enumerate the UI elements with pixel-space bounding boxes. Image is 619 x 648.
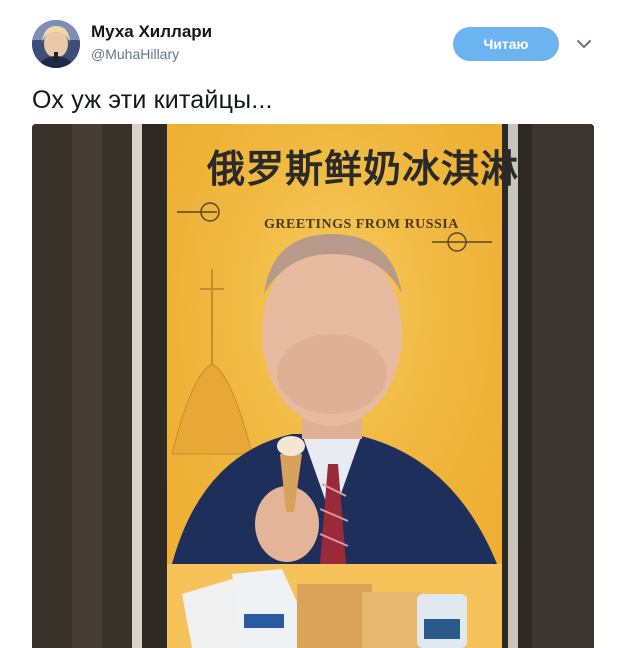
photo-illustration xyxy=(32,124,594,648)
avatar[interactable] xyxy=(32,20,80,68)
avatar-image xyxy=(32,20,80,68)
poster-greeting: GREETINGS FROM RUSSIA xyxy=(264,217,459,232)
author-handle[interactable]: @MuhaHillary xyxy=(91,46,179,62)
tweet-text: Ох уж эти китайцы... xyxy=(32,86,273,114)
tweet-photo[interactable]: 俄罗斯鲜奶冰淇淋 GREETINGS FROM RUSSIA xyxy=(32,124,594,648)
tweet-header: Муха Хиллари @MuhaHillary Читаю xyxy=(0,0,619,88)
chevron-down-icon[interactable] xyxy=(576,38,592,50)
follow-button[interactable]: Читаю xyxy=(453,27,559,61)
poster-chinese-title: 俄罗斯鲜奶冰淇淋 xyxy=(207,147,520,191)
author-name[interactable]: Муха Хиллари xyxy=(91,22,212,42)
